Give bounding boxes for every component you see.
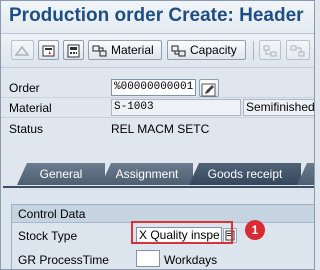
status-label: Status [9, 122, 44, 136]
display-object-button[interactable] [38, 40, 59, 60]
title-bar: Production order Create: Header [1, 1, 314, 34]
application-toolbar: Material Capacity [1, 34, 314, 68]
material-description: Semifinished [243, 99, 314, 116]
disabled-hierarchy-button[interactable] [286, 40, 310, 60]
capacity-icon [171, 45, 186, 57]
disabled-hat-button[interactable] [11, 40, 34, 60]
edit-order-button[interactable] [199, 79, 219, 97]
divider [1, 97, 314, 98]
material-icon [92, 45, 107, 57]
toolbar-separator [253, 41, 254, 60]
tab-strip: General Assignment Goods receipt [1, 157, 314, 187]
divider [1, 117, 314, 118]
page-title: Production order Create: Header [9, 5, 304, 26]
object-list-icon [42, 45, 55, 57]
material-button[interactable]: Material [88, 40, 162, 60]
hierarchy-icon [290, 45, 305, 57]
material-label: Material [9, 101, 52, 115]
calculator-button[interactable] [63, 40, 84, 60]
material-field[interactable]: S-1003 [111, 99, 241, 116]
order-label: Order [9, 81, 40, 95]
status-value: REL MACM SETC [111, 122, 210, 136]
tab-goods-receipt[interactable]: Goods receipt [189, 163, 301, 185]
workdays-unit-label: Workdays [164, 253, 218, 267]
material-button-label: Material [111, 43, 154, 57]
pencil-icon [201, 83, 216, 97]
highlight-box [131, 221, 233, 244]
hat-icon [14, 45, 30, 56]
calculator-icon [67, 44, 80, 58]
order-field[interactable]: %00000000001 [111, 79, 196, 96]
structure-icon [263, 45, 277, 57]
sap-window: Production order Create: Header Material… [0, 0, 315, 270]
gr-process-time-label: GR ProcessTime [18, 253, 109, 267]
disabled-structure-button[interactable] [259, 40, 281, 60]
tab-general[interactable]: General [17, 163, 105, 185]
step-number-badge: 1 [245, 220, 265, 240]
tab-assignment[interactable]: Assignment [101, 163, 193, 185]
gr-process-time-field[interactable] [136, 250, 160, 267]
capacity-button-label: Capacity [190, 43, 237, 57]
capacity-button[interactable]: Capacity [167, 40, 246, 60]
stock-type-label: Stock Type [18, 229, 78, 243]
